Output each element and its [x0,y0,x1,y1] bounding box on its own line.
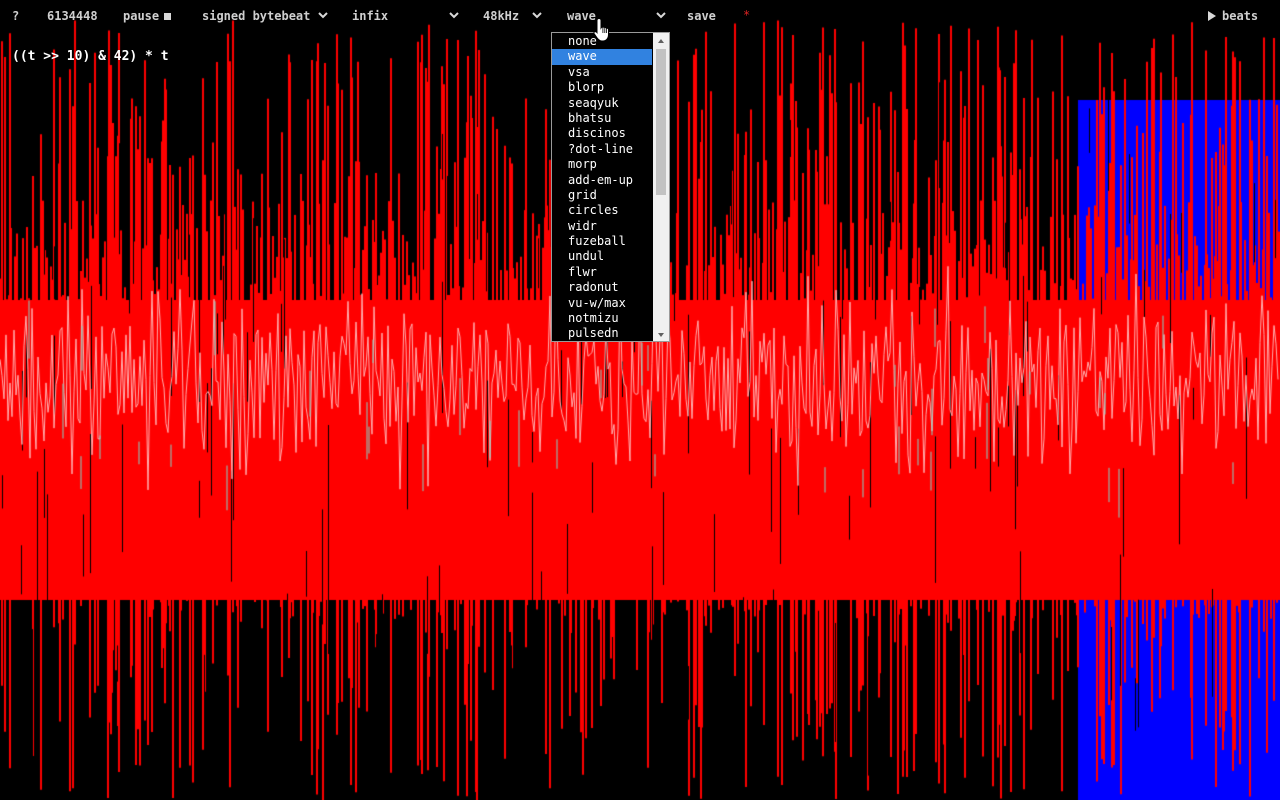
dropdown-option[interactable]: vu-w/max [552,296,652,311]
dropdown-option[interactable]: fuzeball [552,234,652,249]
dropdown-option[interactable]: blorp [552,80,652,95]
pause-button[interactable]: pause [123,8,172,24]
dropdown-option[interactable]: bhatsu [552,111,652,126]
dropdown-option[interactable]: add-em-up [552,173,652,188]
chevron-down-icon[interactable] [447,7,461,23]
dropdown-option[interactable]: undul [552,249,652,264]
dropdown-option[interactable]: discinos [552,126,652,141]
expression-editor[interactable]: ((t >> 10) & 42) * t [12,49,169,64]
beats-button[interactable]: beats [1208,8,1258,24]
chevron-down-icon[interactable] [316,7,330,23]
dropdown-option[interactable]: pulsedn [552,326,652,341]
dropdown-option[interactable]: widr [552,219,652,234]
type-select[interactable]: signed bytebeat [202,8,310,24]
scroll-down-icon[interactable] [653,327,669,341]
dropdown-option[interactable]: circles [552,203,652,218]
dropdown-scrollbar[interactable] [653,33,669,341]
mouse-pointer-icon [592,17,614,47]
dropdown-option[interactable]: radonut [552,280,652,295]
pause-label: pause [123,9,160,23]
visualizer-dropdown[interactable]: none wave vsa blorp seaqyuk bhatsu discinos ?do… [551,32,670,342]
sample-rate-select[interactable]: 48kHz [483,8,519,24]
toolbar: ? 6134448 pause signed bytebeat infix 48… [0,0,1280,32]
syntax-select[interactable]: infix [352,8,388,24]
save-button[interactable]: save [687,8,716,24]
dropdown-option[interactable]: wave [552,49,652,65]
dropdown-option[interactable]: grid [552,188,652,203]
play-icon [1208,11,1216,21]
stop-icon [164,13,172,20]
dropdown-option[interactable]: ?dot-line [552,142,652,157]
dropdown-option[interactable]: seaqyuk [552,96,652,111]
help-button[interactable]: ? [12,8,19,24]
dropdown-option[interactable]: vsa [552,65,652,80]
scrollbar-thumb[interactable] [656,49,666,195]
dropdown-option[interactable]: flwr [552,265,652,280]
chevron-down-icon[interactable] [654,7,668,23]
unsaved-indicator: * [743,8,751,22]
time-display[interactable]: 6134448 [47,8,98,24]
scroll-up-icon[interactable] [653,33,669,47]
chevron-down-icon[interactable] [530,7,544,23]
beats-label: beats [1222,9,1259,23]
dropdown-option[interactable]: morp [552,157,652,172]
dropdown-option[interactable]: notmizu [552,311,652,326]
dropdown-list[interactable]: none wave vsa blorp seaqyuk bhatsu discinos ?do… [552,34,652,341]
